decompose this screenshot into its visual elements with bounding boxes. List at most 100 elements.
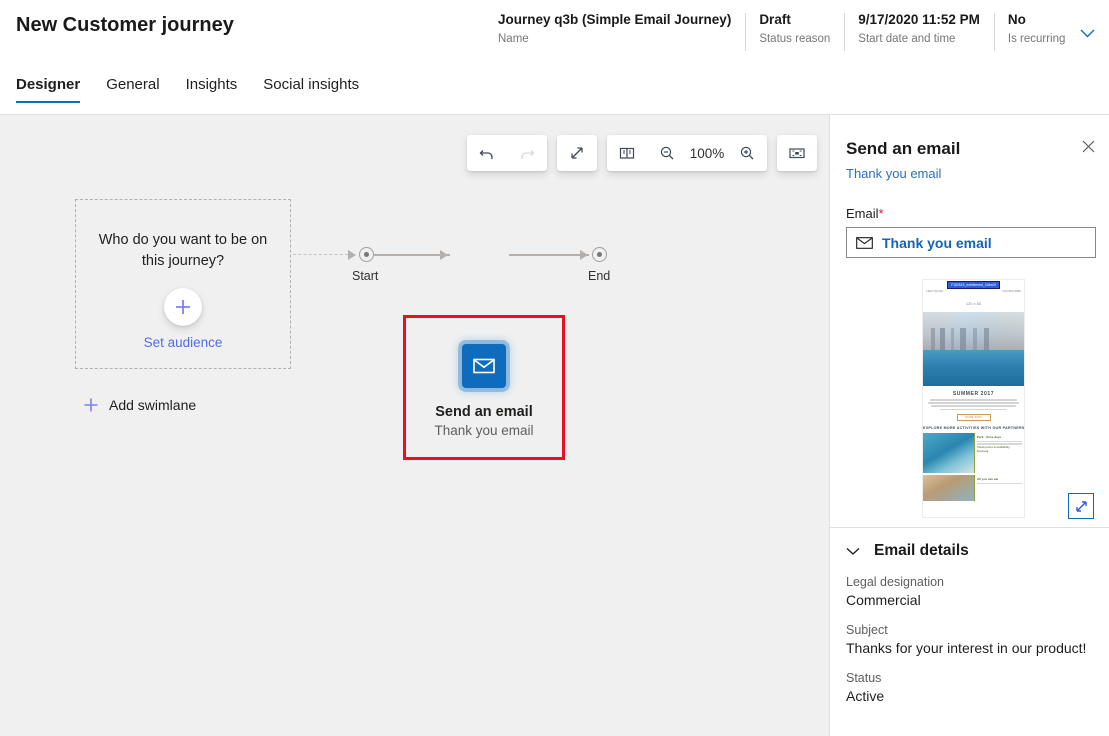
thumbnail-line <box>940 408 1007 411</box>
toolbar-group-zoom: 100% <box>607 135 767 171</box>
meta-is-recurring: No Is recurring <box>993 11 1080 53</box>
chevron-down-icon[interactable] <box>1073 22 1101 44</box>
arrowhead-to-end-icon <box>580 250 588 260</box>
required-marker: * <box>878 206 884 221</box>
email-preview-area: F180515_entitlement_0Utm2f VIEW ONLINE U… <box>830 279 1109 527</box>
legal-designation-value: Commercial <box>846 592 921 608</box>
arrowhead-to-start-icon <box>348 250 356 260</box>
thumbnail-view-online: VIEW ONLINE <box>926 290 944 293</box>
thumbnail-card-line <box>977 443 1022 445</box>
email-details-heading: Email details <box>874 542 969 559</box>
start-node-label: Start <box>352 269 379 283</box>
email-details-toggle[interactable]: Email details <box>846 542 1093 560</box>
thumbnail-card-image <box>923 433 975 474</box>
meta-status-reason-value: Draft <box>759 12 791 27</box>
tab-designer[interactable]: Designer <box>16 72 81 103</box>
connector-tile-to-end <box>509 254 589 256</box>
thumbnail-card-title: All you can eat <box>977 477 999 482</box>
meta-name-label: Name <box>498 33 529 45</box>
map-icon[interactable] <box>607 135 647 171</box>
thumbnail-more-info-button: MORE INFO <box>956 414 991 422</box>
thumbnail-card-title: Park - three days <box>977 435 1002 440</box>
chevron-down-icon <box>846 547 860 556</box>
thumbnail-bathers <box>957 348 987 364</box>
tab-social-insights[interactable]: Social insights <box>263 72 359 103</box>
thumbnail-hero-image <box>923 312 1024 386</box>
thumbnail-skyline <box>927 328 997 350</box>
plus-icon[interactable] <box>164 288 202 326</box>
preview-expand-button[interactable] <box>1068 493 1094 519</box>
meta-status-reason: Draft Status reason <box>745 11 844 53</box>
thumbnail-card-price: €preise/g <box>977 449 989 453</box>
expand-diagonal-icon[interactable] <box>557 135 597 171</box>
email-field[interactable]: Thank you email <box>846 227 1096 258</box>
meta-start-date: 9/17/2020 11:52 PM Start date and time <box>844 11 994 53</box>
legal-designation-label: Legal designation <box>846 575 944 589</box>
thumbnail-body-lines <box>926 399 1021 411</box>
thumbnail-dimension-placeholder: 120 x 60 <box>965 300 982 306</box>
zoom-in-icon[interactable] <box>727 135 767 171</box>
thumbnail-line <box>929 399 1018 401</box>
swimlane-audience[interactable]: Who do you want to be on this journey? S… <box>75 199 291 369</box>
connector-start-to-tile <box>374 254 450 256</box>
start-node[interactable] <box>359 247 374 262</box>
app-header: New Customer journey Journey q3b (Simple… <box>0 0 1109 63</box>
panel-title: Send an email <box>846 139 961 158</box>
arrowhead-to-tile-icon <box>440 250 448 260</box>
undo-icon[interactable] <box>467 135 507 171</box>
fit-to-screen-icon[interactable] <box>777 135 817 171</box>
thumbnail-top-link: F180515_entitlement_0Utm2f <box>947 280 1000 289</box>
meta-status-reason-label: Status reason <box>759 33 831 45</box>
toolbar-group-expand <box>557 135 597 171</box>
set-audience-link[interactable]: Set audience <box>144 335 223 350</box>
connector-dashed-to-start <box>293 254 348 256</box>
meta-is-recurring-label: Is recurring <box>1007 33 1066 45</box>
zoom-level-label: 100% <box>689 145 725 161</box>
meta-is-recurring-value: No <box>1007 12 1026 27</box>
thumbnail-line <box>930 405 1017 407</box>
email-thumbnail[interactable]: F180515_entitlement_0Utm2f VIEW ONLINE U… <box>922 279 1025 518</box>
thumbnail-card-text: Park - three days Check prices & availab… <box>977 433 1022 473</box>
email-details-section: Email details Legal designation Commerci… <box>830 527 1109 704</box>
thumbnail-summer-section: SUMMER 2017 MORE INFO <box>923 386 1024 422</box>
meta-start-date-value: 9/17/2020 11:52 PM <box>858 12 980 27</box>
status-label: Status <box>846 671 882 685</box>
panel-header: Send an email Thank you email <box>830 115 1109 181</box>
meta-name-value: Journey q3b (Simple Email Journey) <box>498 12 732 27</box>
thumbnail-line <box>927 402 1020 404</box>
envelope-icon <box>856 236 873 249</box>
header-metadata: Journey q3b (Simple Email Journey) Name … <box>498 11 1079 53</box>
meta-start-date-label: Start date and time <box>858 33 956 45</box>
plus-icon <box>83 397 99 413</box>
add-swimlane-button[interactable]: Add swimlane <box>83 397 196 413</box>
status-value: Active <box>846 688 885 704</box>
journey-designer-app: New Customer journey Journey q3b (Simple… <box>0 0 1109 736</box>
end-node[interactable] <box>592 247 607 262</box>
end-node-label: End <box>588 269 611 283</box>
subject-label: Subject <box>846 623 888 637</box>
thumbnail-card-line <box>977 440 1022 442</box>
zoom-out-icon[interactable] <box>647 135 687 171</box>
redo-icon[interactable] <box>507 135 547 171</box>
thumbnail-card-image <box>923 475 975 502</box>
thumbnail-card-1: Park - three days Check prices & availab… <box>923 433 1024 475</box>
toolbar-group-fit <box>777 135 817 171</box>
add-swimlane-label: Add swimlane <box>109 397 197 413</box>
canvas-toolbar: 100% <box>467 135 817 171</box>
page-title: New Customer journey <box>16 14 234 36</box>
thumbnail-unsubscribe: UNSUBSCRIBE <box>1002 290 1021 293</box>
journey-canvas[interactable]: 100% Who do you want to be on this journ… <box>0 114 829 736</box>
meta-name: Journey q3b (Simple Email Journey) Name <box>498 11 745 53</box>
close-icon[interactable] <box>1075 133 1101 159</box>
tab-general[interactable]: General <box>106 72 159 103</box>
tab-bar: Designer General Insights Social insight… <box>0 72 1109 114</box>
subject-value: Thanks for your interest in our product! <box>846 640 1087 656</box>
email-field-value: Thank you email <box>882 234 992 251</box>
thumbnail-top-bar: F180515_entitlement_0Utm2f <box>923 280 1024 289</box>
thumbnail-card-line <box>977 482 1022 484</box>
thumbnail-explore-heading: EXPLORE MORE ACTIVITIES WITH OUR PARTNER… <box>923 426 1024 431</box>
panel-subtitle-link[interactable]: Thank you email <box>846 166 1095 181</box>
thumbnail-summer-title: SUMMER 2017 <box>952 391 995 397</box>
toolbar-group-history <box>467 135 547 171</box>
tab-insights[interactable]: Insights <box>186 72 238 103</box>
